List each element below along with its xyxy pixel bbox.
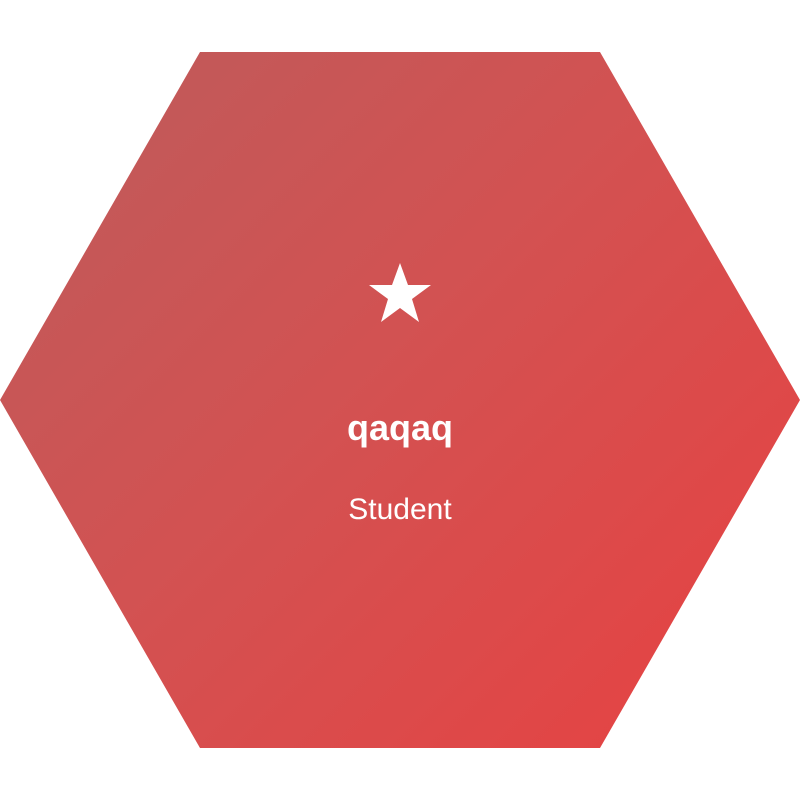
- profile-card-content: qaqaq Student: [0, 0, 800, 800]
- profile-role: Student: [348, 493, 452, 526]
- profile-card: qaqaq Student: [0, 0, 800, 800]
- profile-name: qaqaq: [346, 407, 453, 448]
- star-icon: [368, 262, 432, 324]
